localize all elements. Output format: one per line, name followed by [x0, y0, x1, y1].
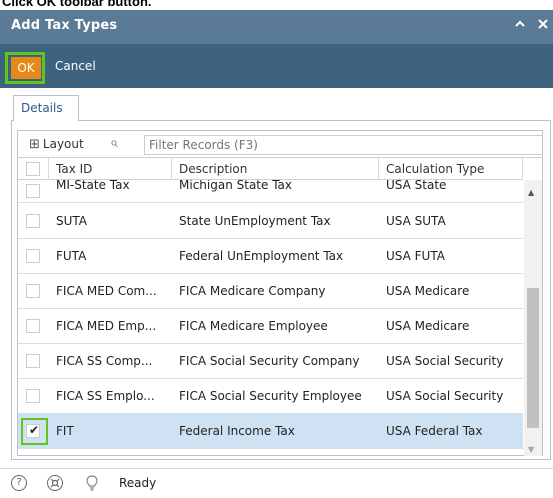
- cell-calculation-type: USA Social Security: [386, 354, 504, 368]
- table-row[interactable]: FICA SS Emplo... FICA Social Security Em…: [18, 379, 523, 414]
- layout-label: Layout: [42, 137, 84, 151]
- row-checkbox[interactable]: [26, 389, 40, 403]
- cell-description: State UnEmployment Tax: [179, 214, 331, 228]
- layout-button[interactable]: ⊞ Layout: [29, 137, 84, 152]
- grid-rows: MI-State Tax Michigan State Tax USA Stat…: [18, 180, 523, 456]
- tab-details[interactable]: Details: [13, 95, 79, 121]
- cell-tax-id: FICA MED Emp...: [56, 319, 157, 333]
- table-row[interactable]: FICA MED Emp... FICA Medicare Employee U…: [18, 309, 523, 344]
- search-icon: ⌕: [110, 135, 118, 151]
- row-checkbox[interactable]: [26, 284, 40, 298]
- content-area: Details ⊞Layout ⌕ Tax ID Description Cal…: [0, 88, 553, 468]
- lightbulb-icon[interactable]: [84, 475, 100, 491]
- table-row[interactable]: FICA SS Comp... FICA Social Security Com…: [18, 344, 523, 379]
- chevron-up-icon[interactable]: [512, 17, 528, 35]
- row-checkbox[interactable]: [26, 214, 40, 228]
- tax-types-grid: ⊞Layout ⌕ Tax ID Description Calculation…: [17, 130, 543, 456]
- row-checkbox[interactable]: [26, 354, 40, 368]
- status-text: Ready: [119, 476, 157, 490]
- row-checkbox[interactable]: [26, 184, 40, 198]
- instruction-caption: Click OK toolbar button.: [2, 0, 152, 9]
- cell-tax-id: SUTA: [56, 214, 88, 228]
- grid-header-row: Tax ID Description Calculation Type: [18, 158, 523, 180]
- scroll-up-arrow-icon[interactable]: ▲: [528, 188, 534, 197]
- cell-description: FICA Social Security Employee: [179, 389, 362, 403]
- table-row-selected[interactable]: ✔ FIT Federal Income Tax USA Federal Tax: [18, 414, 523, 449]
- row-checkbox[interactable]: [26, 249, 40, 263]
- filter-records-input[interactable]: [144, 135, 542, 155]
- column-header-description[interactable]: Description: [172, 158, 379, 180]
- grid-layout-icon: ⊞: [29, 137, 40, 152]
- column-header-tax-id[interactable]: Tax ID: [49, 158, 172, 180]
- table-row[interactable]: SUTA State UnEmployment Tax USA SUTA: [18, 204, 523, 239]
- table-row[interactable]: FICA MED Com... FICA Medicare Company US…: [18, 274, 523, 309]
- scroll-down-arrow-icon[interactable]: ▼: [528, 445, 534, 454]
- cell-calculation-type: USA SUTA: [386, 214, 446, 228]
- close-icon[interactable]: [535, 17, 551, 35]
- select-all-header: [18, 158, 49, 180]
- grid-scrollbar[interactable]: ▲ ▼: [524, 180, 542, 456]
- cell-calculation-type: USA Federal Tax: [386, 424, 483, 438]
- help-icon[interactable]: ?: [11, 475, 27, 491]
- window-title: Add Tax Types: [11, 18, 118, 33]
- cell-description: Federal UnEmployment Tax: [179, 249, 344, 263]
- row-checkbox-checked[interactable]: ✔: [26, 423, 40, 438]
- cell-tax-id: FUTA: [56, 249, 87, 263]
- support-icon[interactable]: [47, 475, 63, 491]
- cell-tax-id: FICA SS Comp...: [56, 354, 153, 368]
- cell-description: FICA Social Security Company: [179, 354, 360, 368]
- cell-description: FICA Medicare Company: [179, 284, 326, 298]
- select-all-checkbox[interactable]: [26, 162, 40, 176]
- cell-calculation-type: USA Medicare: [386, 319, 470, 333]
- toolbar: OK Cancel: [0, 44, 553, 88]
- checkmark-icon: ✔: [29, 423, 40, 437]
- cell-calculation-type: USA FUTA: [386, 249, 445, 263]
- row-checkbox[interactable]: [26, 319, 40, 333]
- cell-description: FICA Medicare Employee: [179, 319, 328, 333]
- ok-button[interactable]: OK: [11, 57, 41, 79]
- cancel-button[interactable]: Cancel: [55, 59, 96, 73]
- window-titlebar: Add Tax Types: [0, 10, 553, 44]
- cell-tax-id: FICA SS Emplo...: [56, 389, 155, 403]
- status-bar: ? Ready: [0, 468, 553, 498]
- table-row[interactable]: FUTA Federal UnEmployment Tax USA FUTA: [18, 239, 523, 274]
- cell-description: Federal Income Tax: [179, 424, 295, 438]
- cell-calculation-type: USA Medicare: [386, 284, 470, 298]
- table-row[interactable]: MI-State Tax Michigan State Tax USA Stat…: [18, 180, 523, 203]
- cell-calculation-type: USA Social Security: [386, 389, 504, 403]
- cell-tax-id: FICA MED Com...: [56, 284, 157, 298]
- grid-toolbar: ⊞ Layout ⌕: [18, 131, 542, 158]
- scroll-thumb[interactable]: [527, 288, 539, 428]
- cell-tax-id: FIT: [56, 424, 74, 438]
- column-header-calculation-type[interactable]: Calculation Type: [379, 158, 523, 180]
